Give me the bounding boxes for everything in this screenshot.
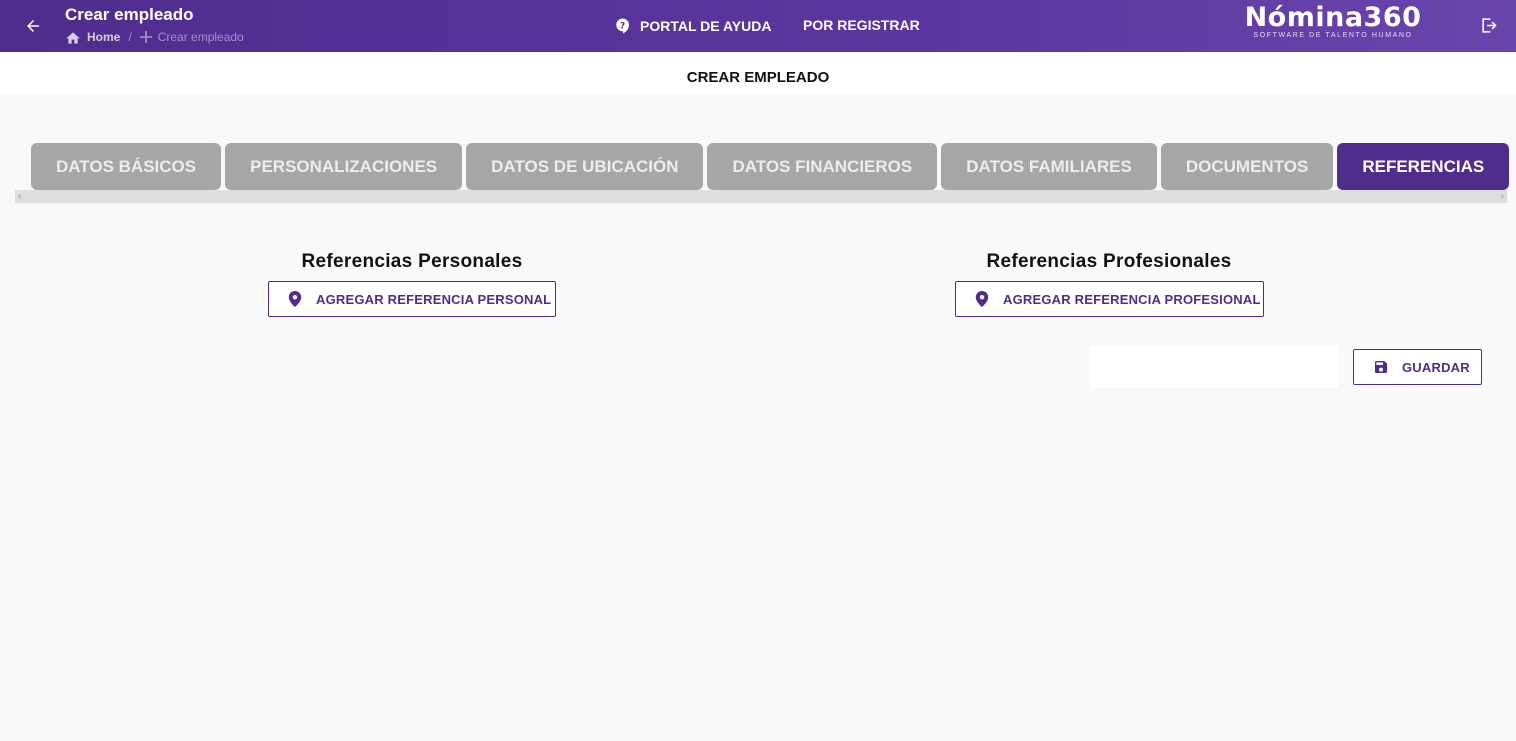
- scroll-right-icon[interactable]: ›: [1501, 190, 1504, 203]
- header-title: Crear empleado: [65, 5, 194, 24]
- scroll-left-icon[interactable]: ‹: [18, 190, 21, 203]
- breadcrumb-home-link[interactable]: Home: [87, 30, 120, 44]
- pending-register-label: POR REGISTRAR: [803, 17, 920, 33]
- help-portal-label: PORTAL DE AYUDA: [640, 18, 772, 34]
- page-title-bar: CREAR EMPLEADO: [0, 52, 1516, 95]
- help-icon: ?: [616, 18, 629, 34]
- tab-datos-ubicacion[interactable]: DATOS DE UBICACIÓN: [466, 143, 704, 190]
- arrow-left-icon: [27, 20, 39, 32]
- tab-datos-familiares[interactable]: DATOS FAMILIARES: [941, 143, 1157, 190]
- tab-documentos[interactable]: DOCUMENTOS: [1160, 143, 1334, 190]
- tab-datos-basicos[interactable]: DATOS BÁSICOS: [31, 143, 222, 190]
- breadcrumb-current: Crear empleado: [157, 30, 244, 44]
- personal-references-title: Referencias Personales: [301, 251, 523, 272]
- tab-personalizaciones[interactable]: PERSONALIZACIONES: [225, 143, 463, 190]
- save-button[interactable]: GUARDAR: [1353, 349, 1482, 385]
- tab-referencias[interactable]: REFERENCIAS: [1337, 143, 1510, 190]
- logout-icon: [1481, 17, 1497, 33]
- tab-bar: DATOS BÁSICOS PERSONALIZACIONES DATOS DE…: [31, 143, 1510, 190]
- page-title: CREAR EMPLEADO: [686, 69, 830, 86]
- add-professional-reference-label: AGREGAR REFERENCIA PROFESIONAL: [1003, 291, 1261, 307]
- location-pin-icon: [975, 291, 989, 307]
- help-portal-link[interactable]: ? PORTAL DE AYUDA: [614, 17, 771, 35]
- pending-register-link[interactable]: POR REGISTRAR: [803, 17, 920, 33]
- location-pin-icon: [288, 291, 302, 307]
- svg-text:?: ?: [620, 21, 625, 31]
- top-app-bar: Crear empleado Home / Crear empleado ? P…: [0, 0, 1516, 52]
- tabs-horizontal-scrollbar[interactable]: ‹ ›: [15, 190, 1507, 203]
- breadcrumb: Home / Crear empleado: [65, 30, 244, 44]
- logo-wordmark: Nómina360: [1244, 2, 1422, 33]
- breadcrumb-separator: /: [128, 30, 132, 44]
- empty-panel: [1090, 346, 1338, 388]
- add-personal-reference-button[interactable]: AGREGAR REFERENCIA PERSONAL: [268, 281, 556, 317]
- plus-icon: [139, 31, 152, 43]
- add-personal-reference-label: AGREGAR REFERENCIA PERSONAL: [316, 291, 552, 307]
- home-icon: [66, 32, 80, 44]
- logo-tagline: SOFTWARE DE TALENTO HUMANO: [1253, 32, 1413, 39]
- save-label: GUARDAR: [1402, 359, 1470, 375]
- professional-references-title: Referencias Profesionales: [986, 251, 1232, 272]
- save-icon: [1373, 359, 1389, 375]
- add-professional-reference-button[interactable]: AGREGAR REFERENCIA PROFESIONAL: [955, 281, 1264, 317]
- back-button[interactable]: [20, 13, 46, 39]
- brand-logo: Nómina360 SOFTWARE DE TALENTO HUMANO: [1243, 2, 1423, 39]
- logout-button[interactable]: [1478, 14, 1500, 36]
- tab-datos-financieros[interactable]: DATOS FINANCIEROS: [707, 143, 938, 190]
